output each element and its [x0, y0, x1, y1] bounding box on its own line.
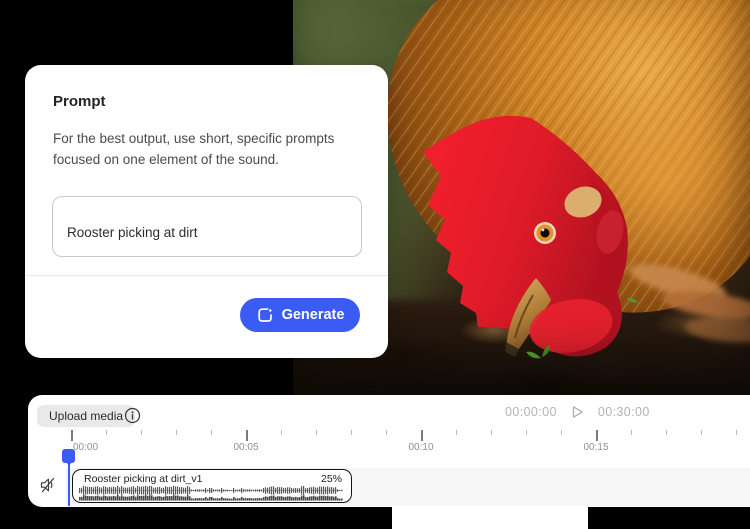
ruler-tick — [351, 430, 352, 435]
ruler-tick — [631, 430, 632, 435]
current-time: 00:00:00 — [505, 405, 557, 419]
prompt-card: Prompt For the best output, use short, s… — [25, 65, 388, 358]
ruler-time-label: 00:15 — [583, 442, 609, 453]
ruler-time-label: 00:00 — [73, 442, 99, 453]
clip-name: Rooster picking at dirt_v1 — [84, 473, 203, 485]
generate-button[interactable]: Generate — [240, 298, 360, 332]
ruler-tick — [281, 430, 282, 435]
audio-clip[interactable]: Rooster picking at dirt_v1 25% — [72, 469, 352, 503]
ruler-tick — [386, 430, 387, 435]
ruler-tick — [246, 430, 248, 441]
playhead-line — [67, 461, 70, 506]
waveform — [79, 485, 343, 501]
prompt-description: For the best output, use short, specific… — [53, 131, 335, 167]
ruler-tick — [701, 430, 702, 435]
generate-label: Generate — [281, 307, 345, 323]
ruler-tick — [596, 430, 598, 441]
ruler-tick — [666, 430, 667, 435]
prompt-input[interactable] — [52, 196, 362, 257]
ruler-tick — [736, 430, 737, 435]
play-button[interactable] — [570, 404, 585, 420]
bottom-white-section — [392, 507, 588, 529]
ruler-tick — [421, 430, 423, 441]
timeline-panel: Upload media 00:00:00 00:30:00 00:00 00:0… — [28, 395, 750, 507]
total-time: 00:30:00 — [597, 405, 650, 419]
mute-icon[interactable] — [39, 476, 57, 494]
transport-controls: 00:00:00 00:30:00 — [505, 404, 650, 420]
ruler-tick — [456, 430, 457, 435]
ruler-tick — [141, 430, 142, 435]
ruler-tick — [71, 430, 73, 441]
ruler-tick — [211, 430, 212, 435]
ruler-time-label: 00:10 — [408, 442, 434, 453]
ruler-time-label: 00:05 — [233, 442, 259, 453]
card-divider — [25, 275, 388, 276]
info-icon[interactable] — [124, 407, 141, 424]
ruler-tick — [561, 430, 562, 435]
ruler-tick — [491, 430, 492, 435]
prompt-title: Prompt — [53, 93, 106, 110]
generate-icon — [256, 306, 275, 325]
upload-media-button[interactable]: Upload media — [37, 405, 136, 427]
ruler-tick — [526, 430, 527, 435]
ruler-tick — [316, 430, 317, 435]
clip-volume: 25% — [320, 473, 342, 485]
timeline-ruler[interactable]: 00:00 00:05 00:10 00:15 — [28, 430, 750, 453]
ruler-tick — [106, 430, 107, 435]
ruler-tick — [176, 430, 177, 435]
